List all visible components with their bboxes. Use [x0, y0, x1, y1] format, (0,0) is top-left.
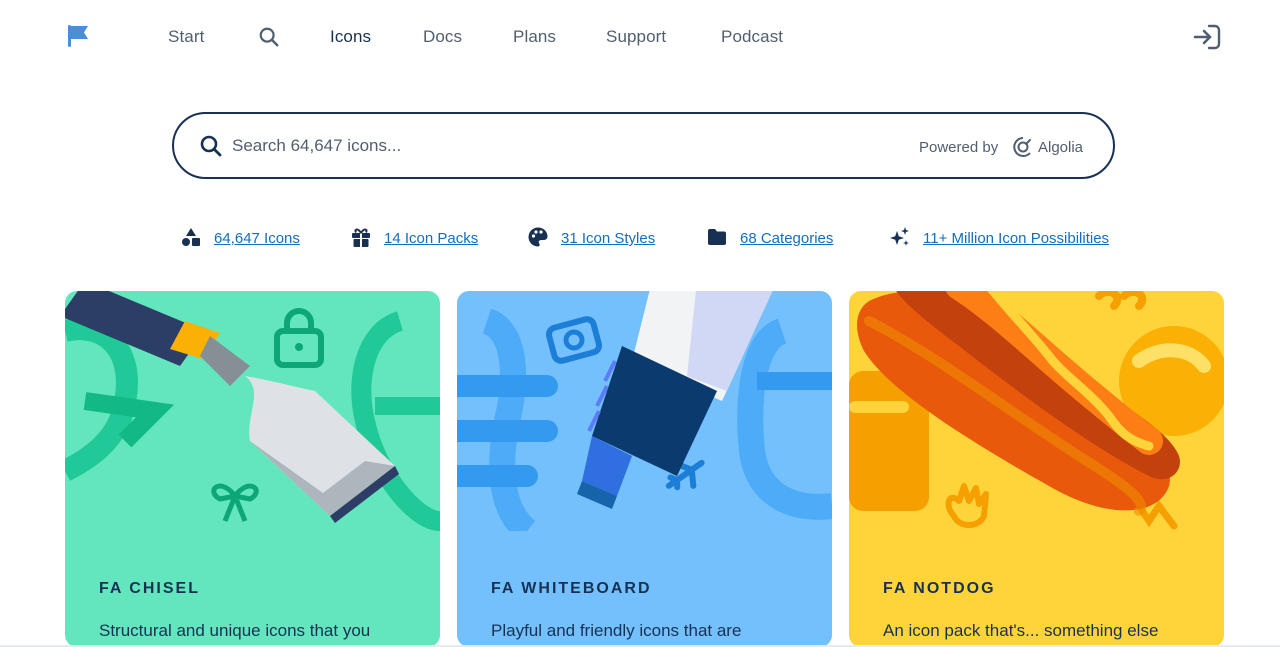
stat-icon-styles-link[interactable]: 31 Icon Styles: [561, 230, 655, 247]
pack-description: Playful and friendly icons that are: [491, 621, 742, 640]
lock-doodle: [274, 308, 324, 368]
pack-card-chisel[interactable]: FA CHISEL Structural and unique icons th…: [65, 291, 440, 647]
camera-doodle: [545, 316, 603, 364]
nav-support[interactable]: Support: [606, 27, 666, 47]
icon-search-box[interactable]: Powered by Algolia: [172, 112, 1115, 179]
chisel-illustration: [65, 291, 440, 531]
bow-doodle: [211, 483, 259, 522]
nav-start[interactable]: Start: [168, 27, 204, 47]
hotdog-illustration: [849, 291, 1224, 530]
algolia-logo-icon[interactable]: [1012, 136, 1034, 158]
hand-doodle: [945, 483, 989, 528]
flag-icon[interactable]: [66, 24, 90, 48]
nav-plans[interactable]: Plans: [513, 27, 556, 47]
search-icon[interactable]: [258, 26, 280, 48]
pack-name: FA CHISEL: [99, 580, 200, 597]
gift-icon: [352, 228, 370, 247]
pack-name: FA WHITEBOARD: [491, 580, 652, 597]
stat-icon-packs-link[interactable]: 14 Icon Packs: [384, 230, 478, 247]
search-input[interactable]: [232, 130, 852, 162]
pack-card-notdog[interactable]: FA NOTDOG An icon pack that's... somethi…: [849, 291, 1224, 647]
marker-illustration: [457, 291, 832, 531]
stat-possibilities-link[interactable]: 11+ Million Icon Possibilities: [923, 230, 1109, 247]
folder-icon: [708, 229, 726, 245]
palette-icon: [528, 227, 548, 247]
sign-in-icon[interactable]: [1192, 22, 1222, 52]
stat-categories-link[interactable]: 68 Categories: [740, 230, 833, 247]
pack-card-whiteboard[interactable]: FA WHITEBOARD Playful and friendly icons…: [457, 291, 832, 647]
search-icon: [200, 135, 222, 157]
shapes-icon: [182, 228, 200, 246]
nav-podcast[interactable]: Podcast: [721, 27, 783, 47]
top-nav: Start Icons Docs Plans Support Podcast: [0, 0, 1280, 74]
stat-icons-link[interactable]: 64,647 Icons: [214, 230, 300, 247]
nav-docs[interactable]: Docs: [423, 27, 462, 47]
powered-by-label: Powered by: [919, 139, 999, 156]
pack-name: FA NOTDOG: [883, 580, 996, 597]
sparkles-icon: [890, 227, 909, 246]
algolia-label[interactable]: Algolia: [1038, 139, 1083, 156]
pack-description: An icon pack that's... something else: [883, 621, 1159, 640]
nav-icons[interactable]: Icons: [330, 27, 371, 47]
pack-description: Structural and unique icons that you: [99, 621, 371, 640]
